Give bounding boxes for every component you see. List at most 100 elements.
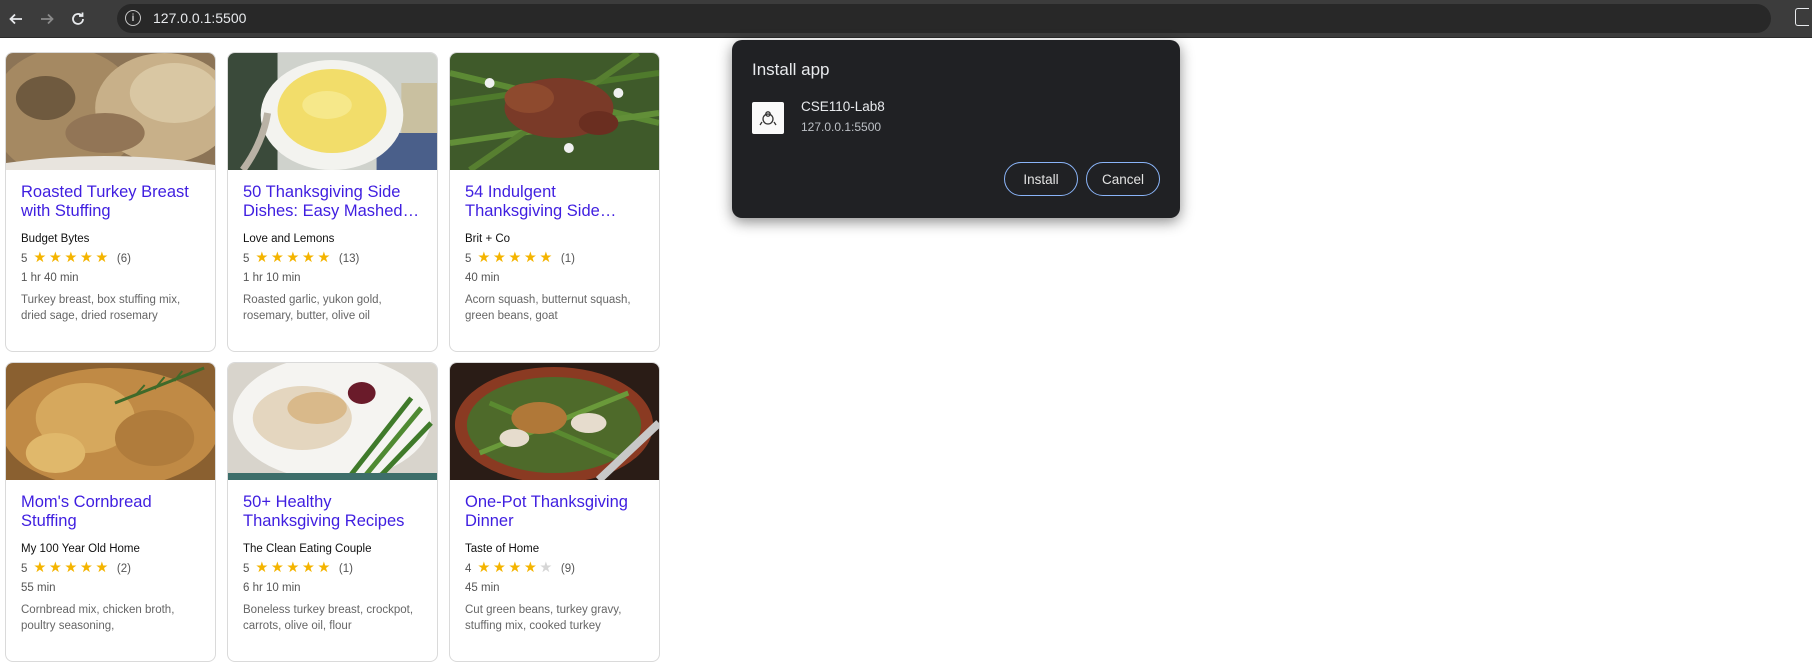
star-filled-icon: ★ xyxy=(79,250,93,266)
recipe-rating: 5 ★ ★ ★ ★ ★ (2) xyxy=(21,561,200,576)
recipe-title[interactable]: 50 Thanksgiving Side Dishes: Easy Mashed… xyxy=(243,183,422,222)
review-count: (6) xyxy=(116,252,131,265)
install-button[interactable]: Install xyxy=(1004,162,1078,196)
recipe-time: 1 hr 10 min xyxy=(243,272,301,284)
recipe-organization: Brit + Co xyxy=(465,233,511,245)
star-filled-icon: ★ xyxy=(301,560,315,576)
star-filled-icon: ★ xyxy=(508,560,522,576)
star-filled-icon: ★ xyxy=(48,560,62,576)
recipe-organization: The Clean Eating Couple xyxy=(243,543,372,555)
rating-stars: ★ ★ ★ ★ ★ xyxy=(255,561,333,576)
review-count: (13) xyxy=(338,252,360,265)
recipe-ingredients: Turkey breast, box stuffing mix, dried s… xyxy=(21,294,181,322)
star-filled-icon: ★ xyxy=(301,250,315,266)
recipe-ingredients: Cut green beans, turkey gravy, stuffing … xyxy=(465,604,622,632)
extensions-icon[interactable] xyxy=(1795,8,1809,26)
recipe-rating: 5 ★ ★ ★ ★ ★ (1) xyxy=(243,561,422,576)
recipe-image xyxy=(228,363,437,480)
recipe-rating: 5 ★ ★ ★ ★ ★ (1) xyxy=(465,251,644,266)
recipe-organization: Budget Bytes xyxy=(21,233,90,245)
recipe-ingredients: Boneless turkey breast, crockpot, carrot… xyxy=(243,604,414,632)
app-origin: 127.0.0.1:5500 xyxy=(801,120,882,134)
recipe-card[interactable]: Mom's Cornbread Stuffing My 100 Year Old… xyxy=(5,362,216,662)
recipe-title[interactable]: 50+ Healthy Thanksgiving Recipes xyxy=(243,493,422,532)
browser-toolbar: i 127.0.0.1:5500 ☆ xyxy=(0,0,1812,38)
recipe-time: 45 min xyxy=(465,582,500,594)
recipe-image xyxy=(6,53,215,170)
reload-icon[interactable] xyxy=(65,6,91,32)
star-filled-icon: ★ xyxy=(255,560,269,576)
rating-stars: ★ ★ ★ ★ ★ xyxy=(477,561,555,576)
forward-arrow-icon[interactable] xyxy=(34,6,60,32)
rating-stars: ★ ★ ★ ★ ★ xyxy=(255,251,333,266)
recipe-image xyxy=(228,53,437,170)
star-filled-icon: ★ xyxy=(317,560,331,576)
review-count: (9) xyxy=(560,562,575,575)
recipe-title[interactable]: Mom's Cornbread Stuffing xyxy=(21,493,200,532)
recipe-time: 55 min xyxy=(21,582,56,594)
recipe-ingredients: Cornbread mix, chicken broth, poultry se… xyxy=(21,604,175,632)
recipe-title[interactable]: 54 Indulgent Thanksgiving Side… xyxy=(465,183,644,222)
url-text: 127.0.0.1:5500 xyxy=(153,10,247,26)
recipe-image xyxy=(450,53,659,170)
star-filled-icon: ★ xyxy=(317,250,331,266)
install-app-dialog: Install app CSE110-Lab8 127.0.0.1:5500 I… xyxy=(732,40,1180,218)
review-count: (2) xyxy=(116,562,131,575)
review-count: (1) xyxy=(338,562,353,575)
app-icon xyxy=(752,102,784,134)
review-count: (1) xyxy=(560,252,575,265)
recipe-card[interactable]: 50 Thanksgiving Side Dishes: Easy Mashed… xyxy=(227,52,438,352)
star-filled-icon: ★ xyxy=(270,250,284,266)
recipe-time: 40 min xyxy=(465,272,500,284)
star-filled-icon: ★ xyxy=(33,560,47,576)
recipe-card[interactable]: 50+ Healthy Thanksgiving Recipes The Cle… xyxy=(227,362,438,662)
rating-value: 4 xyxy=(465,562,472,575)
recipe-rating: 5 ★ ★ ★ ★ ★ (13) xyxy=(243,251,422,266)
recipe-organization: My 100 Year Old Home xyxy=(21,543,140,555)
recipe-organization: Love and Lemons xyxy=(243,233,335,245)
recipe-card[interactable]: Roasted Turkey Breast with Stuffing Budg… xyxy=(5,52,216,352)
cancel-button[interactable]: Cancel xyxy=(1086,162,1160,196)
recipe-rating: 4 ★ ★ ★ ★ ★ (9) xyxy=(465,561,644,576)
star-filled-icon: ★ xyxy=(64,560,78,576)
recipe-grid: Roasted Turkey Breast with Stuffing Budg… xyxy=(5,52,660,662)
star-filled-icon: ★ xyxy=(539,250,553,266)
star-empty-icon: ★ xyxy=(539,560,553,576)
recipe-organization: Taste of Home xyxy=(465,543,540,555)
recipe-card[interactable]: 54 Indulgent Thanksgiving Side… Brit + C… xyxy=(449,52,660,352)
recipe-card[interactable]: One-Pot Thanksgiving Dinner Taste of Hom… xyxy=(449,362,660,662)
star-filled-icon: ★ xyxy=(95,560,109,576)
recipe-time: 6 hr 10 min xyxy=(243,582,301,594)
star-filled-icon: ★ xyxy=(64,250,78,266)
star-filled-icon: ★ xyxy=(33,250,47,266)
app-name: CSE110-Lab8 xyxy=(801,99,885,114)
rating-stars: ★ ★ ★ ★ ★ xyxy=(33,561,111,576)
star-filled-icon: ★ xyxy=(255,250,269,266)
rating-stars: ★ ★ ★ ★ ★ xyxy=(33,251,111,266)
recipe-image xyxy=(450,363,659,480)
star-filled-icon: ★ xyxy=(48,250,62,266)
star-filled-icon: ★ xyxy=(270,560,284,576)
rating-value: 5 xyxy=(465,252,472,265)
back-arrow-icon[interactable] xyxy=(3,6,29,32)
recipe-ingredients: Acorn squash, butternut squash, green be… xyxy=(465,294,631,322)
star-filled-icon: ★ xyxy=(477,250,491,266)
dialog-title: Install app xyxy=(752,60,830,79)
recipe-time: 1 hr 40 min xyxy=(21,272,79,284)
recipe-title[interactable]: Roasted Turkey Breast with Stuffing xyxy=(21,183,200,222)
star-filled-icon: ★ xyxy=(79,560,93,576)
star-filled-icon: ★ xyxy=(523,560,537,576)
site-info-icon[interactable]: i xyxy=(125,10,141,26)
star-filled-icon: ★ xyxy=(286,560,300,576)
star-filled-icon: ★ xyxy=(508,250,522,266)
rating-value: 5 xyxy=(21,562,28,575)
star-filled-icon: ★ xyxy=(95,250,109,266)
address-bar[interactable]: i 127.0.0.1:5500 ☆ xyxy=(117,4,1771,33)
rating-value: 5 xyxy=(21,252,28,265)
recipe-title[interactable]: One-Pot Thanksgiving Dinner xyxy=(465,493,644,532)
star-filled-icon: ★ xyxy=(477,560,491,576)
star-filled-icon: ★ xyxy=(286,250,300,266)
recipe-ingredients: Roasted garlic, yukon gold, rosemary, bu… xyxy=(243,294,382,322)
rating-value: 5 xyxy=(243,252,250,265)
star-filled-icon: ★ xyxy=(523,250,537,266)
